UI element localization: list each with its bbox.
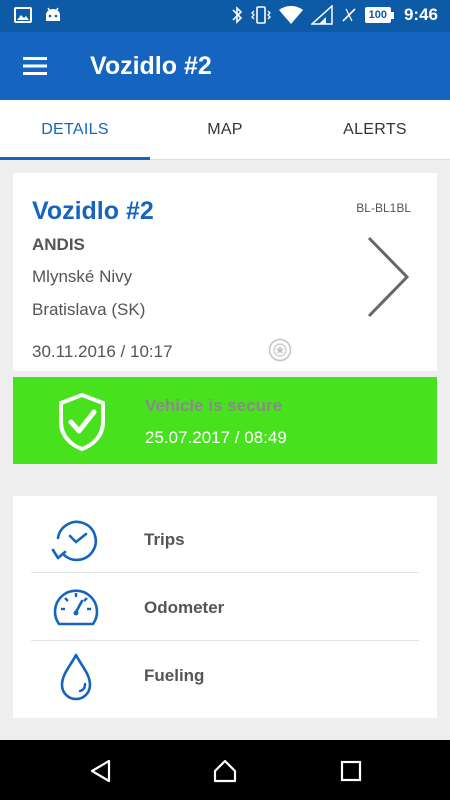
battery-icon: 100	[364, 7, 394, 23]
clock: 9:46	[403, 5, 438, 24]
tab-map[interactable]: MAP	[150, 100, 300, 159]
menu-item-fueling[interactable]: Fueling	[31, 642, 419, 709]
droplet-icon	[60, 653, 92, 701]
vehicle-last-update: 30.11.2016 / 10:17	[32, 342, 173, 361]
page-title: Vozidlo #2	[90, 52, 212, 80]
menu-label-trips: Trips	[144, 530, 185, 549]
license-plate: BL-BL1BL	[356, 201, 411, 215]
system-nav-bar	[0, 740, 450, 800]
back-icon[interactable]	[88, 758, 114, 784]
security-status-banner[interactable]: Vehicle is secure 25.07.2017 / 08:49	[13, 377, 437, 464]
signal-icon	[310, 5, 333, 25]
recents-icon[interactable]	[338, 758, 364, 784]
security-status-text: Vehicle is secure	[145, 396, 283, 415]
bluetooth-icon	[232, 6, 242, 24]
image-icon	[14, 7, 32, 23]
menu-item-odometer[interactable]: Odometer	[31, 574, 419, 641]
vehicle-street: Mlynské Nivy	[32, 267, 133, 286]
android-icon	[46, 7, 60, 21]
hamburger-menu-icon	[23, 57, 47, 75]
vehicle-owner: ANDIS	[32, 235, 85, 254]
menu-label-fueling: Fueling	[144, 666, 205, 685]
vehicle-card[interactable]: Vozidlo #2 BL-BL1BL ANDIS Mlynské Nivy B…	[13, 173, 437, 371]
vehicle-city: Bratislava (SK)	[32, 300, 146, 319]
tab-bar: DETAILS MAP ALERTS	[0, 100, 450, 160]
clock-arrow-icon	[51, 520, 98, 562]
speedometer-icon	[53, 589, 99, 626]
vibrate-icon	[250, 6, 271, 24]
shield-check-icon	[59, 392, 105, 452]
app-bar: Vozidlo #2	[0, 32, 450, 100]
vehicle-name: Vozidlo #2	[32, 197, 154, 225]
menu-item-trips[interactable]: Trips	[31, 506, 419, 573]
no-sim-icon	[342, 8, 356, 22]
home-icon[interactable]	[212, 758, 238, 784]
tab-details[interactable]: DETAILS	[0, 100, 150, 160]
wifi-icon	[278, 5, 303, 24]
battery-level: 100	[364, 7, 391, 23]
security-status-time: 25.07.2017 / 08:49	[145, 428, 287, 447]
menu-label-odometer: Odometer	[144, 598, 225, 617]
steering-wheel-icon	[268, 338, 292, 362]
tab-alerts[interactable]: ALERTS	[300, 100, 450, 159]
status-bar: 100 9:46	[0, 0, 450, 32]
vehicle-menu-list: Trips Odometer Fueling	[13, 496, 437, 718]
menu-button[interactable]	[14, 46, 56, 86]
chevron-right-icon[interactable]	[365, 235, 411, 319]
